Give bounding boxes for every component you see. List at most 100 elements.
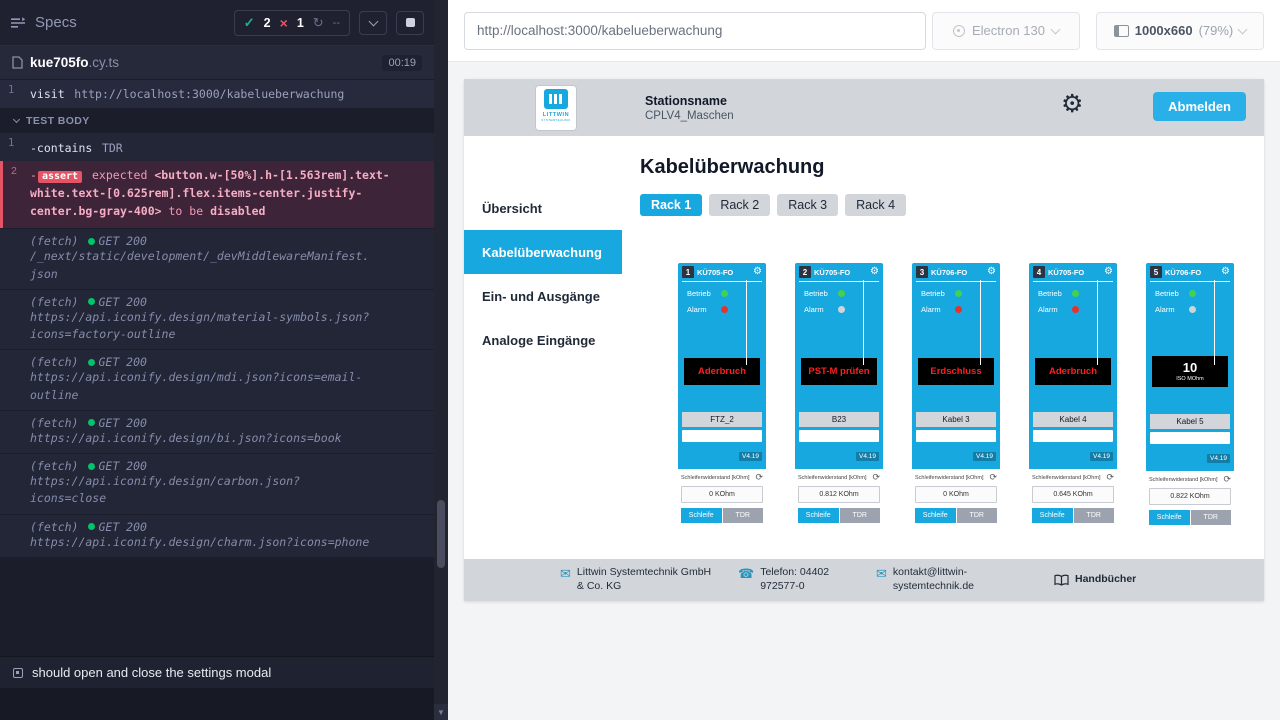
cross-icon: ×	[280, 18, 288, 28]
tdr-button[interactable]: TDR	[1074, 508, 1115, 523]
cable-name-input[interactable]	[1150, 432, 1230, 444]
tab-rack-2[interactable]: Rack 2	[709, 194, 770, 216]
gear-icon[interactable]: ⚙	[1104, 267, 1113, 277]
schleife-button[interactable]: Schleife	[681, 508, 722, 523]
next-test-row[interactable]: should open and close the settings modal	[0, 656, 434, 688]
tdr-button[interactable]: TDR	[723, 508, 764, 523]
tdr-button[interactable]: TDR	[1191, 510, 1232, 525]
assert-state: disabled	[210, 204, 265, 218]
book-icon	[1054, 574, 1069, 586]
specs-label[interactable]: Specs	[35, 14, 77, 31]
card-divider	[1097, 280, 1098, 365]
stop-button[interactable]	[396, 11, 424, 35]
viewport-zoom: (79%)	[1199, 23, 1234, 38]
email-icon: ✉	[876, 567, 887, 580]
schleife-button[interactable]: Schleife	[798, 508, 839, 523]
contact-email: kontakt@littwin-systemtechnik.de	[893, 566, 994, 593]
log-fetch-entry[interactable]: (fetch)GET 200 https://api.iconify.desig…	[0, 515, 434, 557]
tab-rack-3[interactable]: Rack 3	[777, 194, 838, 216]
schleife-button[interactable]: Schleife	[1149, 510, 1190, 525]
test-counts[interactable]: ✓ 2 × 1 ↻ --	[234, 10, 350, 36]
tdr-button[interactable]: TDR	[840, 508, 881, 523]
refresh-icon[interactable]: ⟳	[989, 473, 997, 482]
station-info: Stationsname CPLV4_Maschen	[645, 94, 734, 122]
cable-name-input[interactable]	[916, 430, 996, 442]
measurement-panel: Schleifenwiderstand [kOhm]⟳ 0 KOhm Schle…	[678, 469, 766, 563]
nav-item-analoge-eingaenge[interactable]: Analoge Eingänge	[464, 318, 622, 362]
fetch-url: https://api.iconify.design/bi.json?icons…	[30, 430, 375, 447]
specs-menu-icon[interactable]	[10, 16, 27, 30]
log-fetch-entry[interactable]: (fetch)GET 200 https://api.iconify.desig…	[0, 411, 434, 453]
refresh-icon[interactable]: ⟳	[1223, 475, 1231, 484]
browser-selector[interactable]: Electron 130	[932, 12, 1080, 50]
measurement-value: 0 KOhm	[681, 486, 763, 503]
stop-icon	[406, 18, 415, 27]
app-main: Kabelüberwachung Rack 1 Rack 2 Rack 3 Ra…	[622, 136, 1264, 601]
status-ok-dot	[88, 419, 95, 426]
card-divider	[980, 280, 981, 365]
collapse-button[interactable]	[359, 11, 387, 35]
scrollbar-down-arrow[interactable]: ▼	[434, 704, 448, 720]
tdr-button[interactable]: TDR	[957, 508, 998, 523]
cable-name-input[interactable]	[799, 430, 879, 442]
fetch-url: /_next/static/development/_devMiddleware…	[30, 248, 375, 283]
status-ok-dot	[88, 238, 95, 245]
firmware-version: V4.19	[799, 445, 879, 463]
nav-item-kabelueberwachung[interactable]: Kabelüberwachung	[464, 230, 622, 274]
manuals-link[interactable]: Handbücher	[1054, 573, 1136, 587]
schleife-button[interactable]: Schleife	[915, 508, 956, 523]
betrieb-led	[721, 290, 728, 297]
gear-icon[interactable]: ⚙	[870, 267, 879, 277]
settings-gear-icon[interactable]: ⚙	[1061, 92, 1083, 117]
card-model: KÜ705-FO	[697, 268, 750, 277]
scrollbar-thumb[interactable]	[437, 500, 445, 568]
preview-toolbar: Electron 130 1000x660 (79%)	[448, 0, 1280, 62]
log-assert-failed[interactable]: 2 -assert expected <button.w-[50%].h-[1.…	[0, 161, 434, 228]
gear-icon[interactable]: ⚙	[1221, 267, 1230, 277]
url-input[interactable]	[464, 12, 926, 50]
runner-scrollbar[interactable]: ▼	[434, 0, 448, 720]
cable-name: Kabel 3	[916, 412, 996, 427]
schleife-button[interactable]: Schleife	[1032, 508, 1073, 523]
card-number: 1	[682, 266, 694, 278]
assert-expected: expected	[92, 168, 147, 182]
betrieb-led	[838, 290, 845, 297]
cable-name: Kabel 5	[1150, 414, 1230, 429]
log-fetch-entry[interactable]: (fetch)GET 200 https://api.iconify.desig…	[0, 454, 434, 514]
log-visit-command[interactable]: 1 visit http://localhost:3000/kabelueber…	[0, 80, 434, 108]
cable-name-input[interactable]	[682, 430, 762, 442]
app-sidebar: Übersicht Kabelüberwachung Ein- und Ausg…	[464, 136, 622, 601]
device-card-1: 1 KÜ705-FO ⚙ Betrieb Alarm Aderbruch FTZ…	[678, 263, 766, 563]
card-alarm-dot	[1189, 306, 1196, 313]
viewport-icon	[1114, 25, 1129, 37]
spec-file-row[interactable]: kue705fo.cy.ts 00:19	[0, 46, 434, 80]
assert-badge: assert	[38, 171, 82, 183]
preview-stage: LITTWIN SYSTEMTECHNIK Stationsname CPLV4…	[448, 62, 1280, 720]
refresh-icon[interactable]: ⟳	[872, 473, 880, 482]
tab-rack-1[interactable]: Rack 1	[640, 194, 702, 216]
refresh-icon[interactable]: ⟳	[1106, 473, 1114, 482]
log-contains-command[interactable]: 1 -contains TDR	[0, 133, 434, 161]
viewport-selector[interactable]: 1000x660 (79%)	[1096, 12, 1264, 50]
tab-rack-4[interactable]: Rack 4	[845, 194, 906, 216]
gear-icon[interactable]: ⚙	[753, 267, 762, 277]
gear-icon[interactable]: ⚙	[987, 267, 996, 277]
spec-extension: .cy.ts	[89, 55, 120, 70]
card-number: 2	[799, 266, 811, 278]
cable-name-input[interactable]	[1033, 430, 1113, 442]
status-ok-dot	[88, 523, 95, 530]
measurement-value: 0.822 KOhm	[1149, 488, 1231, 505]
log-fetch-entry[interactable]: (fetch)GET 200 /_next/static/development…	[0, 229, 434, 289]
chevron-down-icon	[368, 16, 378, 26]
test-body-section[interactable]: TEST BODY	[0, 108, 434, 133]
refresh-icon[interactable]: ⟳	[755, 473, 763, 482]
test-icon	[13, 668, 23, 678]
station-label: Stationsname	[645, 94, 734, 108]
app-under-test: LITTWIN SYSTEMTECHNIK Stationsname CPLV4…	[464, 79, 1264, 601]
nav-item-uebersicht[interactable]: Übersicht	[464, 186, 622, 230]
log-fetch-entry[interactable]: (fetch)GET 200 https://api.iconify.desig…	[0, 350, 434, 410]
logout-button[interactable]: Abmelden	[1153, 92, 1246, 121]
log-fetch-entry[interactable]: (fetch)GET 200 https://api.iconify.desig…	[0, 290, 434, 350]
chevron-down-icon	[1238, 24, 1248, 34]
nav-item-ein-und-ausgaenge[interactable]: Ein- und Ausgänge	[464, 274, 622, 318]
